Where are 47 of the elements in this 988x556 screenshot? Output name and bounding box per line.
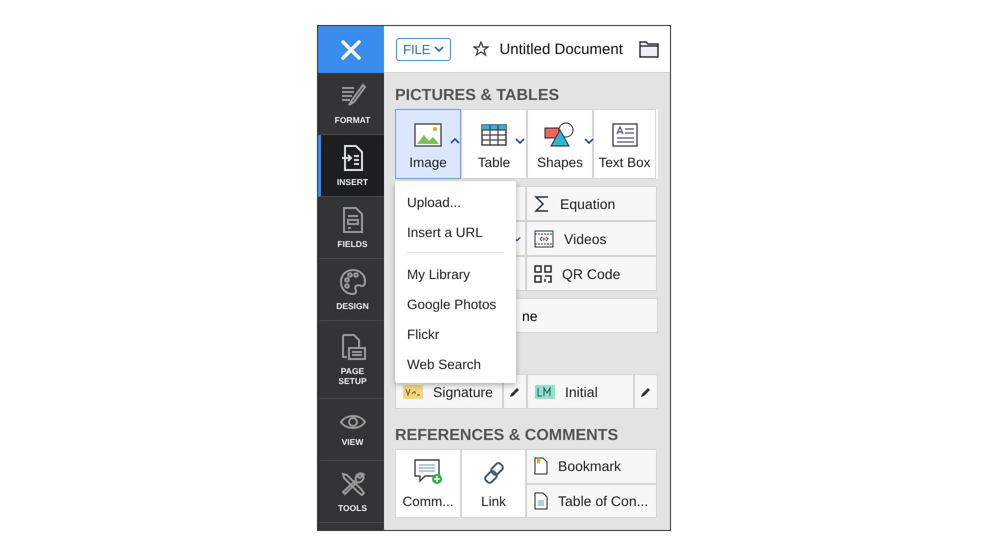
initials-icon <box>535 384 555 398</box>
image-icon <box>414 123 442 147</box>
star-icon[interactable] <box>473 41 490 57</box>
form-document-icon <box>340 206 364 234</box>
tool-button[interactable]: Table of Con... <box>526 484 657 518</box>
wrench-screwdriver-icon <box>338 470 366 498</box>
tool-button[interactable]: Initial <box>527 374 634 409</box>
tool-button[interactable]: Equation <box>526 186 657 221</box>
chevron-down-icon <box>434 46 444 52</box>
pencil-icon <box>640 386 652 398</box>
sidebar-tab[interactable]: INSERT <box>318 135 384 197</box>
section-heading: PICTURES & TABLES <box>395 87 560 106</box>
tool-button[interactable]: Videos <box>526 221 657 256</box>
tool-button[interactable]: Table <box>461 109 527 179</box>
tool-button[interactable]: Shapes <box>527 109 593 179</box>
sigma-icon <box>534 194 550 212</box>
edit-button[interactable] <box>634 374 658 409</box>
signature-icon <box>403 384 423 398</box>
tool-button[interactable]: Comm... <box>395 449 461 518</box>
tool-button[interactable]: Text Box <box>593 109 656 179</box>
close-icon <box>340 38 362 60</box>
chevron-down-icon <box>515 138 525 144</box>
shapes-icon <box>544 122 576 148</box>
file-menu-button[interactable]: FILE <box>396 38 452 60</box>
comment-icon <box>413 458 443 486</box>
pencil-icon <box>509 386 521 398</box>
insert-document-icon <box>340 144 366 172</box>
qr-code-icon <box>534 264 552 282</box>
tool-button[interactable]: Link <box>461 449 526 518</box>
menu-item[interactable]: Upload... <box>395 187 516 217</box>
palette-icon <box>338 268 366 296</box>
text-box-icon <box>612 123 638 147</box>
tool-button[interactable]: Bookmark <box>526 449 657 484</box>
video-icon <box>534 230 554 248</box>
table-icon <box>481 124 507 146</box>
folder-icon[interactable] <box>638 40 659 58</box>
chevron-down-icon <box>584 138 594 144</box>
menu-item[interactable]: My Library <box>395 259 516 289</box>
document-title[interactable]: Untitled Document <box>499 40 623 58</box>
tool-button[interactable]: QR Code <box>526 256 657 291</box>
document-icon <box>534 492 548 510</box>
chevron-up-icon <box>450 138 460 144</box>
tool-button[interactable]: Image <box>395 109 461 179</box>
menu-item[interactable]: Insert a URL <box>395 217 516 247</box>
close-button[interactable] <box>318 26 384 73</box>
section-heading: REFERENCES & COMMENTS <box>395 427 620 446</box>
bookmark-icon <box>534 457 548 476</box>
